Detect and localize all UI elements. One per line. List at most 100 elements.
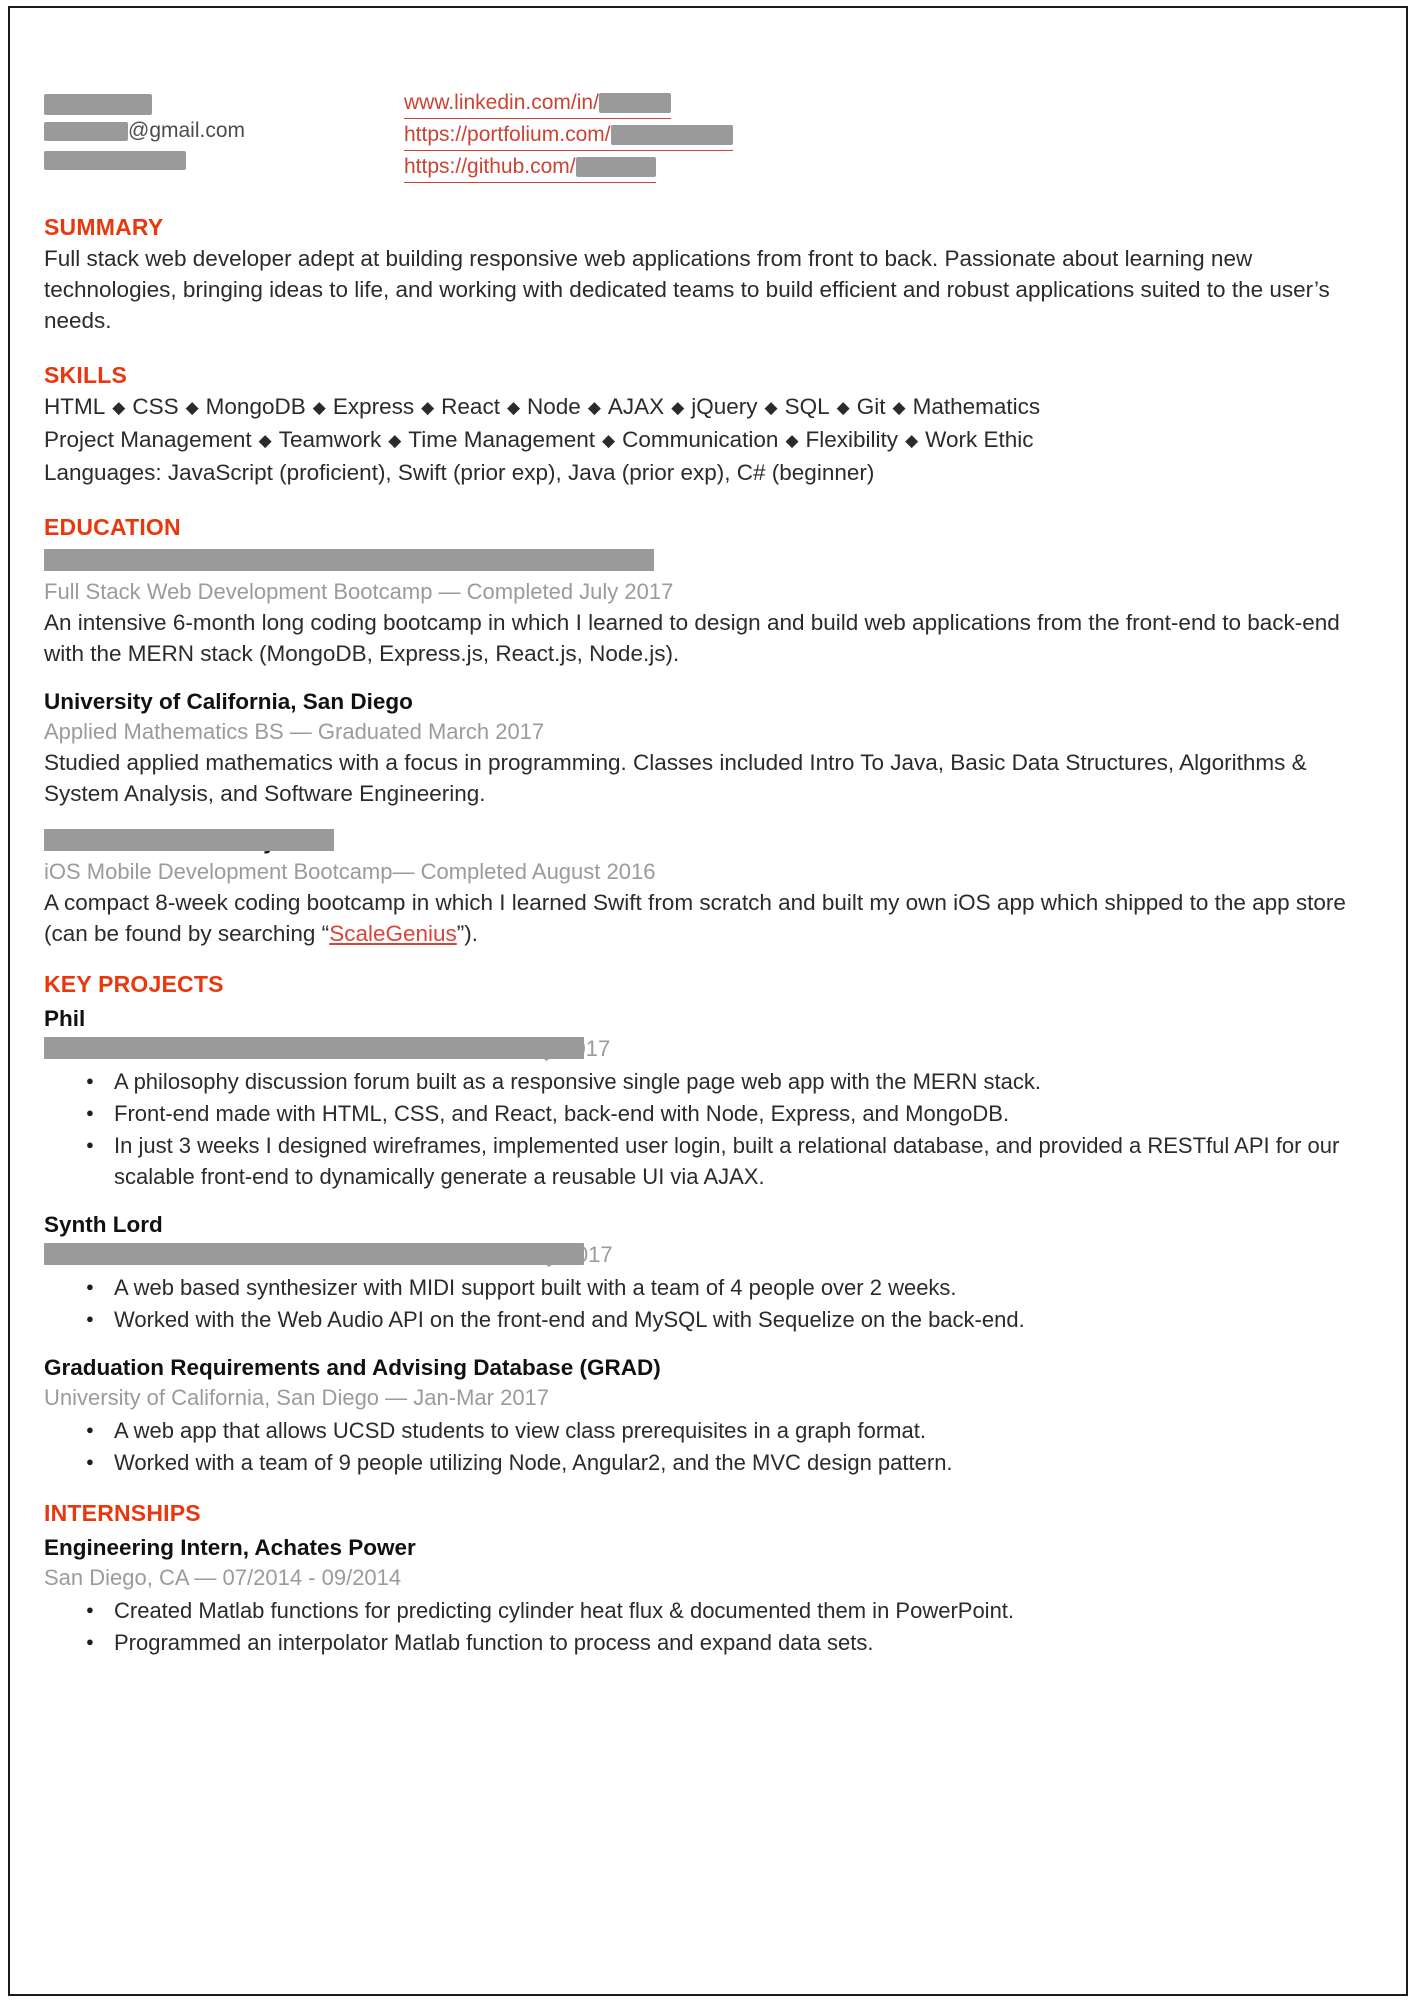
skill-item: React xyxy=(441,394,500,419)
project-bullet-list: A web app that allows UCSD students to v… xyxy=(44,1414,1364,1478)
skill-item: CSS xyxy=(132,394,179,419)
project-entry: Phil University of California, San Diego… xyxy=(44,1004,1364,1192)
email-domain: @gmail.com xyxy=(128,119,246,142)
skill-item: MongoDB xyxy=(205,394,306,419)
skill-item: jQuery xyxy=(691,394,758,419)
redaction-bar-project-org xyxy=(44,1037,584,1059)
diamond-separator-icon: ◆ xyxy=(671,398,685,417)
list-item: Front-end made with HTML, CSS, and React… xyxy=(86,1097,1364,1129)
redaction-bar-phone xyxy=(44,150,186,170)
project-date: — Jan-Mar 2017 xyxy=(385,1385,550,1410)
project-title: Phil xyxy=(44,1006,86,1031)
skill-item: Work Ethic xyxy=(925,427,1034,452)
redaction-bar-project-org xyxy=(44,1243,584,1265)
internship-title: Engineering Intern, Achates Power xyxy=(44,1535,416,1560)
redaction-bar-linkedin xyxy=(598,93,671,114)
education-entry: Mad School Academy iOS Mobile Developmen… xyxy=(44,827,1364,949)
redaction-bar-portfolium xyxy=(610,125,733,146)
education-entry: Full Stack Web Development Bootcamp — Co… xyxy=(44,547,1364,669)
skill-item: Project Management xyxy=(44,427,252,452)
skill-item: Communication xyxy=(622,427,779,452)
summary-text: Full stack web developer adept at buildi… xyxy=(44,246,1330,333)
redaction-bar-school xyxy=(44,549,654,571)
skills-soft-list: Project Management ◆ Teamwork ◆ Time Managem… xyxy=(44,424,1364,457)
diamond-separator-icon: ◆ xyxy=(258,431,272,450)
education-school-name xyxy=(44,547,1364,577)
skill-item: SQL xyxy=(784,394,830,419)
list-item: A philosophy discussion forum built as a… xyxy=(86,1065,1364,1097)
portfolium-link[interactable]: https://portfolium.com/ xyxy=(404,120,733,151)
list-item: A web app that allows UCSD students to v… xyxy=(86,1414,1364,1446)
list-item: Programmed an interpolator Matlab functi… xyxy=(86,1626,1364,1658)
diamond-separator-icon: ◆ xyxy=(506,398,521,417)
contact-column: @gmail.com xyxy=(44,88,394,174)
skill-item: Express xyxy=(332,394,415,419)
section-heading-key-projects: KEY PROJECTS xyxy=(44,971,224,997)
diamond-separator-icon: ◆ xyxy=(388,431,402,450)
education-school-name: Mad School Academy xyxy=(44,827,1364,857)
list-item: Worked with the Web Audio API on the fro… xyxy=(86,1303,1364,1335)
redaction-bar-github xyxy=(575,157,656,178)
project-org-date: University of California, San Diego — Ja… xyxy=(44,1383,1364,1413)
diamond-separator-icon: ◆ xyxy=(112,398,126,417)
links-column: www.linkedin.com/in/ https://portfolium.… xyxy=(404,88,1004,184)
skill-item: AJAX xyxy=(607,394,665,419)
project-entry: Graduation Requirements and Advising Dat… xyxy=(44,1353,1364,1478)
section-heading-skills: SKILLS xyxy=(44,362,127,388)
email-address: @gmail.com xyxy=(44,116,394,145)
diamond-separator-icon: ◆ xyxy=(836,398,850,417)
github-link[interactable]: https://github.com/ xyxy=(404,152,656,183)
resume-header: @gmail.com www.linkedin.com/in/ https://… xyxy=(44,88,1364,188)
project-bullet-list: A web based synthesizer with MIDI suppor… xyxy=(44,1271,1364,1335)
redaction-bar-name xyxy=(44,93,152,115)
project-bullet-list: A philosophy discussion forum built as a… xyxy=(44,1065,1364,1192)
education-school-name: University of California, San Diego xyxy=(44,689,413,714)
education-subtitle: Full Stack Web Development Bootcamp — Co… xyxy=(44,579,674,604)
project-org-text: University of California, San Diego xyxy=(44,1385,380,1410)
skill-item: Node xyxy=(527,394,581,419)
github-url-text: https://github.com/ xyxy=(404,155,576,178)
project-org-date: University of California, San Diego Exte… xyxy=(44,1240,1364,1270)
redaction-bar-email xyxy=(44,121,128,141)
diamond-separator-icon: ◆ xyxy=(185,398,199,417)
skills-technical-list: HTML ◆ CSS ◆ MongoDB ◆ Express ◆ React ◆ Node ◆ AJAX… xyxy=(44,391,1364,424)
diamond-separator-icon: ◆ xyxy=(892,398,906,417)
list-item: A web based synthesizer with MIDI suppor… xyxy=(86,1271,1364,1303)
skill-item: Time Management xyxy=(408,427,596,452)
skill-item: Git xyxy=(856,394,886,419)
diamond-separator-icon: ◆ xyxy=(905,431,919,450)
education-description-post: ”). xyxy=(456,921,479,946)
section-heading-internships: INTERNSHIPS xyxy=(44,1500,201,1526)
education-subtitle: Applied Mathematics BS — Graduated March… xyxy=(44,719,545,744)
linkedin-url-text: www.linkedin.com/in/ xyxy=(404,91,599,114)
education-subtitle: iOS Mobile Development Bootcamp— Complet… xyxy=(44,859,656,884)
resume-content: @gmail.com www.linkedin.com/in/ https://… xyxy=(44,88,1364,1659)
linkedin-link[interactable]: www.linkedin.com/in/ xyxy=(404,88,671,119)
section-heading-summary: SUMMARY xyxy=(44,214,164,240)
project-entry: Synth Lord University of California, San… xyxy=(44,1210,1364,1335)
internship-subtitle: San Diego, CA — 07/2014 - 09/2014 xyxy=(44,1565,402,1590)
diamond-separator-icon: ◆ xyxy=(312,398,326,417)
diamond-separator-icon: ◆ xyxy=(785,431,799,450)
project-title: Graduation Requirements and Advising Dat… xyxy=(44,1355,661,1380)
section-heading-education: EDUCATION xyxy=(44,514,181,540)
project-org-date: University of California, San Diego Exte… xyxy=(44,1034,1364,1064)
portfolium-url-text: https://portfolium.com/ xyxy=(404,123,611,146)
internship-entry: Engineering Intern, Achates Power San Di… xyxy=(44,1533,1364,1658)
list-item: In just 3 weeks I designed wireframes, i… xyxy=(86,1129,1364,1192)
skills-languages-line: Languages: JavaScript (proficient), Swif… xyxy=(44,460,875,485)
project-title: Synth Lord xyxy=(44,1212,163,1237)
internship-bullet-list: Created Matlab functions for predicting … xyxy=(44,1594,1364,1658)
education-description: Studied applied mathematics with a focus… xyxy=(44,750,1307,806)
education-description-pre: A compact 8-week coding bootcamp in whic… xyxy=(44,890,1346,946)
skill-item: Mathematics xyxy=(912,394,1041,419)
skill-item: Teamwork xyxy=(278,427,382,452)
resume-page: @gmail.com www.linkedin.com/in/ https://… xyxy=(8,6,1408,1996)
list-item: Worked with a team of 9 people utilizing… xyxy=(86,1446,1364,1478)
phone-number xyxy=(44,145,394,174)
education-description: An intensive 6-month long coding bootcam… xyxy=(44,610,1340,666)
education-entry: University of California, San Diego Appl… xyxy=(44,687,1364,809)
list-item: Created Matlab functions for predicting … xyxy=(86,1594,1364,1626)
education-description: A compact 8-week coding bootcamp in whic… xyxy=(44,887,1364,949)
scalegenius-link[interactable]: ScaleGenius xyxy=(329,921,457,946)
